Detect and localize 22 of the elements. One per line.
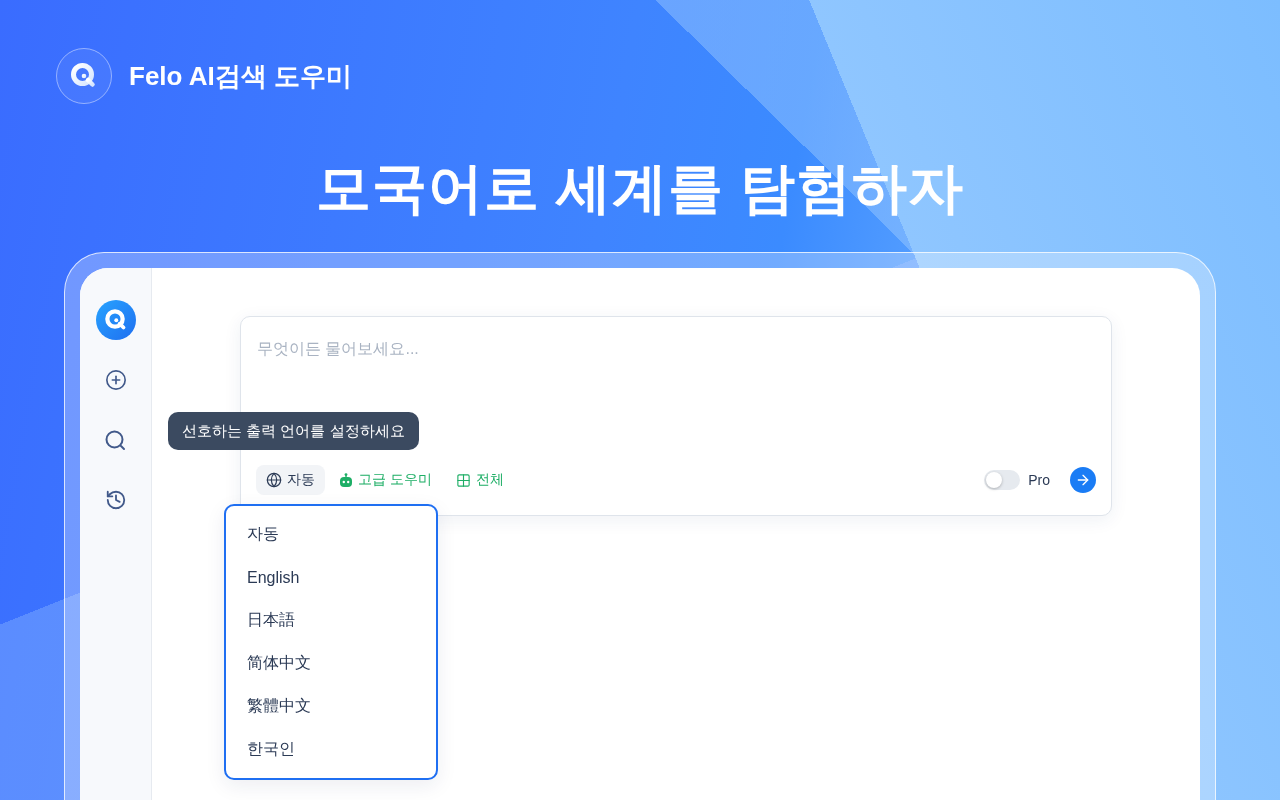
globe-icon — [266, 472, 282, 488]
search-icon — [105, 429, 126, 451]
robot-icon — [339, 473, 353, 487]
headline: 모국어로 세계를 탐험하자 — [315, 156, 965, 221]
arrow-right-icon — [1075, 472, 1091, 488]
pro-toggle[interactable] — [984, 470, 1021, 490]
plus-circle-icon — [104, 369, 127, 391]
tool-chip[interactable]: 자동 — [256, 465, 325, 495]
pro-label: Pro — [1028, 472, 1050, 488]
history-icon — [104, 489, 127, 511]
menu-item[interactable]: 한국인 — [226, 728, 436, 771]
menu-item[interactable]: 简体中文 — [226, 642, 436, 685]
grid-icon — [455, 472, 471, 488]
brand-name: Felo AI검색 도우미 — [129, 59, 352, 93]
menu-item[interactable]: 자동 — [226, 513, 436, 556]
logo-icon — [56, 48, 112, 104]
tooltip: 선호하는 출력 언어를 설정하세요 — [168, 412, 419, 450]
menu-item[interactable]: English — [226, 556, 436, 599]
menu-item[interactable]: 繁體中文 — [226, 685, 436, 728]
logo-icon[interactable] — [95, 300, 136, 340]
send-button[interactable] — [1070, 467, 1096, 493]
menu-item[interactable]: 日本語 — [226, 599, 436, 642]
